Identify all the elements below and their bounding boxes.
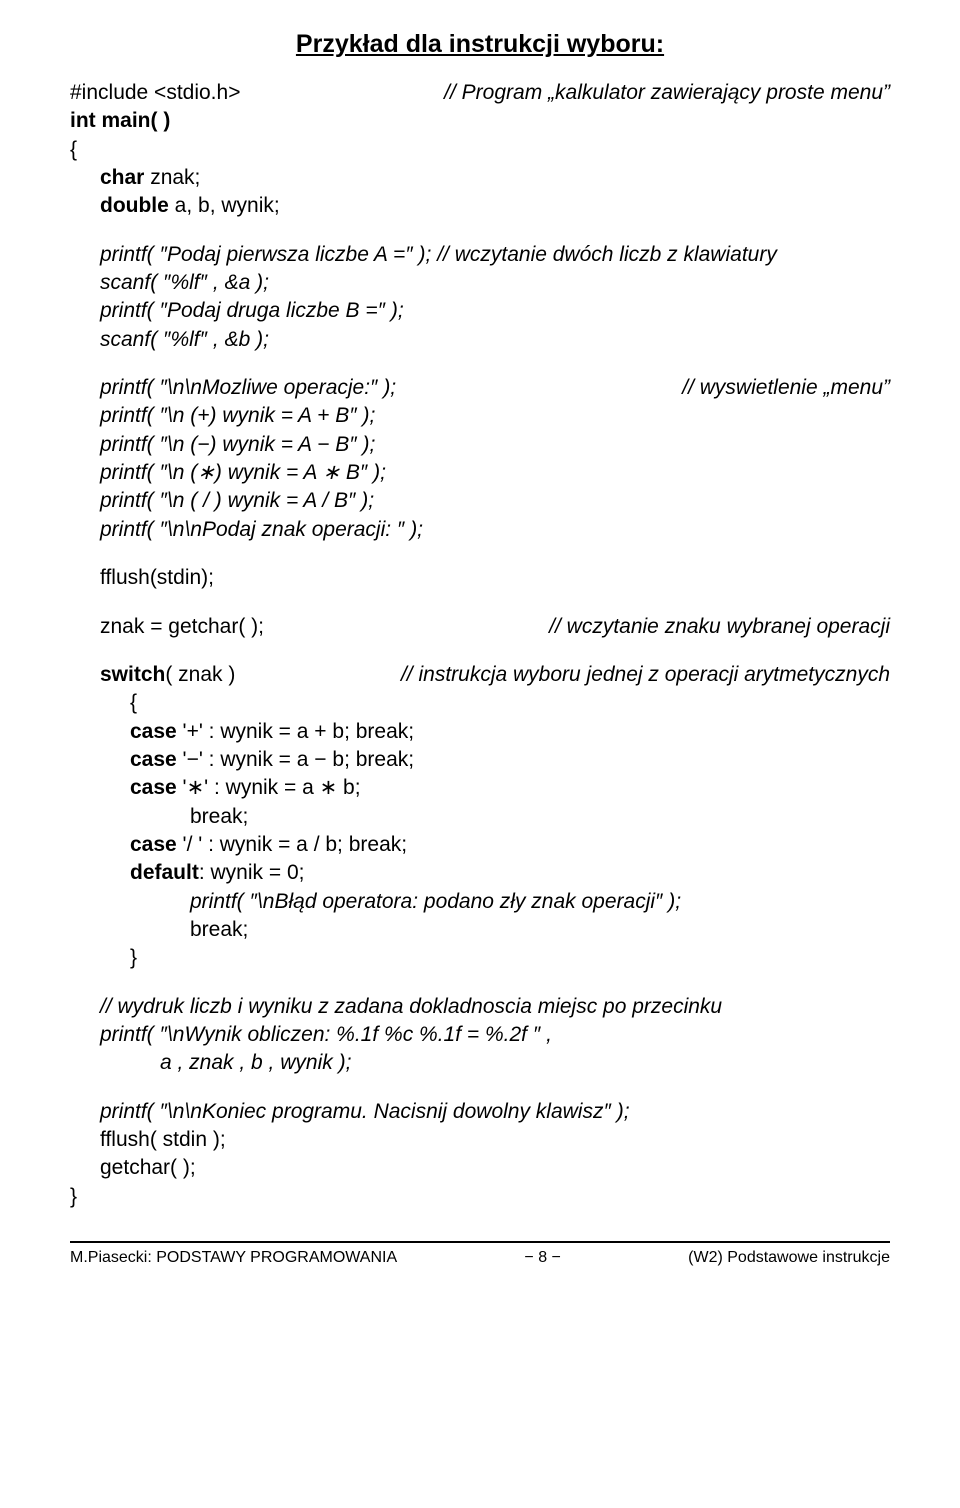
- code-line: case '+' : wynik = a + b; break;: [70, 718, 890, 746]
- code-line: }: [70, 944, 890, 972]
- code-line: a , znak , b , wynik );: [70, 1049, 890, 1077]
- code-line: znak = getchar( ); // wczytanie znaku wy…: [70, 613, 890, 641]
- code-line: printf( ″\n ( / ) wynik = A / B″ );: [70, 487, 890, 515]
- code-line: printf( ″Podaj druga liczbe B =″ );: [70, 297, 890, 325]
- code-block: #include <stdio.h> // Program „kalkulato…: [70, 79, 890, 1211]
- code-line: printf( ″Podaj pierwsza liczbe A =″ ); /…: [70, 241, 890, 269]
- code-line: default: wynik = 0;: [70, 859, 890, 887]
- code-line: #include <stdio.h> // Program „kalkulato…: [70, 79, 890, 107]
- code-line: printf( ″\n\nKoniec programu. Nacisnij d…: [70, 1098, 890, 1126]
- footer-left: M.Piasecki: PODSTAWY PROGRAMOWANIA: [70, 1249, 397, 1267]
- code-line: break;: [70, 803, 890, 831]
- code-line: {: [70, 136, 890, 164]
- code-line: double a, b, wynik;: [70, 192, 890, 220]
- footer-mid: − 8 −: [524, 1249, 560, 1267]
- code-line: printf( ″\n\nMozliwe operacje:″ ); // wy…: [70, 374, 890, 402]
- page-footer: M.Piasecki: PODSTAWY PROGRAMOWANIA − 8 −…: [70, 1243, 890, 1317]
- code-line: printf( ″\n\nPodaj znak operacji: ″ );: [70, 516, 890, 544]
- code-line: scanf( ″%lf″ , &a );: [70, 269, 890, 297]
- code-line: {: [70, 689, 890, 717]
- code-line: case '/ ' : wynik = a / b; break;: [70, 831, 890, 859]
- code-line: break;: [70, 916, 890, 944]
- code-line: printf( ″\n (+) wynik = A + B″ );: [70, 402, 890, 430]
- code-line: fflush( stdin );: [70, 1126, 890, 1154]
- page: Przykład dla instrukcji wyboru: #include…: [0, 0, 960, 1508]
- code-line: case '∗' : wynik = a ∗ b;: [70, 774, 890, 802]
- code-line: fflush(stdin);: [70, 564, 890, 592]
- code-comment: // wydruk liczb i wyniku z zadana doklad…: [70, 993, 890, 1021]
- code-line: }: [70, 1183, 890, 1211]
- code-line: printf( ″\n (∗) wynik = A ∗ B″ );: [70, 459, 890, 487]
- code-line: int main( ): [70, 107, 890, 135]
- code-line: getchar( );: [70, 1154, 890, 1182]
- page-title: Przykład dla instrukcji wyboru:: [70, 30, 890, 59]
- code-line: scanf( ″%lf″ , &b );: [70, 326, 890, 354]
- footer-right: (W2) Podstawowe instrukcje: [688, 1249, 890, 1267]
- code-line: printf( ″\nWynik obliczen: %.1f %c %.1f …: [70, 1021, 890, 1049]
- code-comment: // Program „kalkulator zawierający prost…: [444, 79, 890, 107]
- code-line: char znak;: [70, 164, 890, 192]
- code-line: printf( ″\n (−) wynik = A − B″ );: [70, 431, 890, 459]
- code-line: case '−' : wynik = a − b; break;: [70, 746, 890, 774]
- code-text: #include <stdio.h>: [70, 79, 240, 107]
- code-line: switch( znak ) // instrukcja wyboru jedn…: [70, 661, 890, 689]
- code-line: printf( ″\nBłąd operatora: podano zły zn…: [70, 888, 890, 916]
